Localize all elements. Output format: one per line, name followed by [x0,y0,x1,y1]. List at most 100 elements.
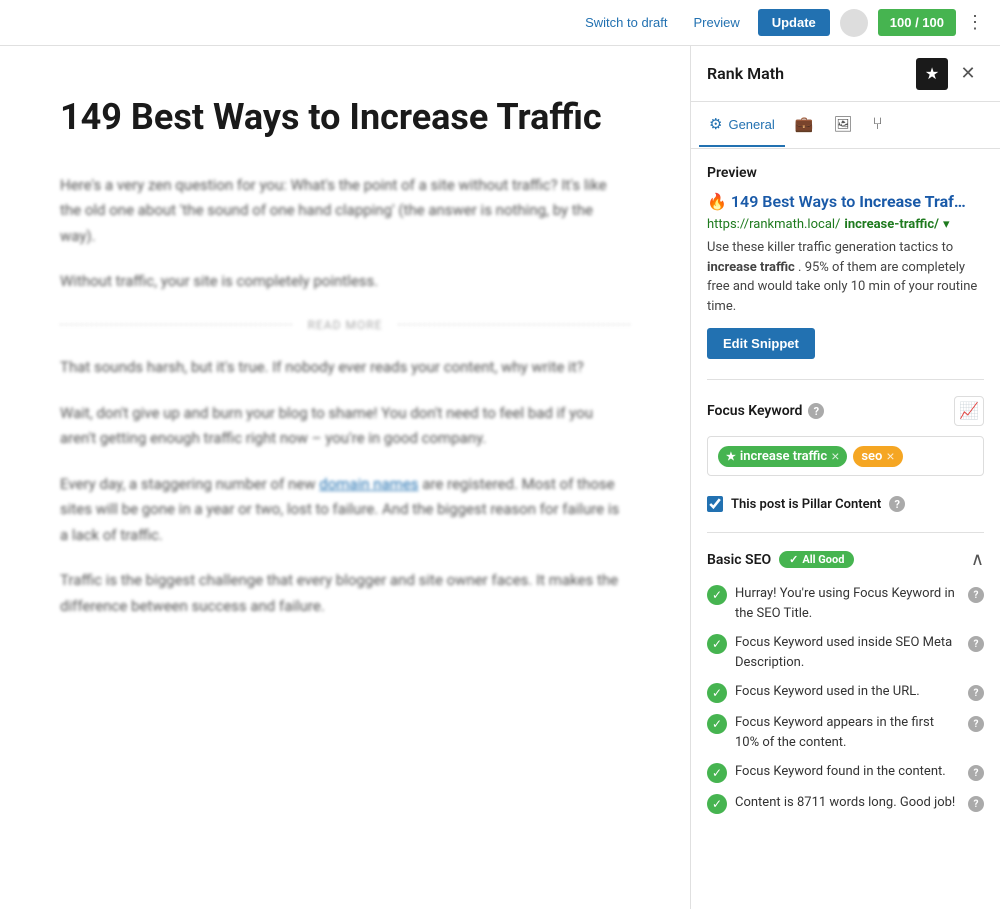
focus-keyword-help-icon[interactable]: ? [808,403,824,419]
preview-title-text: 149 Best Ways to [731,192,855,211]
check-icon-3: ✓ [707,683,727,703]
more-options-button[interactable]: ⋮ [966,12,984,33]
all-good-text: All Good [802,553,844,566]
check-icon-2: ✓ [707,634,727,654]
preview-button[interactable]: Preview [685,11,747,34]
top-toolbar: Switch to draft Preview Update 100 / 100… [0,0,1000,46]
basic-seo-label: Basic SEO [707,552,771,568]
trend-chart-icon: 📈 [959,401,979,421]
check-help-6[interactable]: ? [968,796,984,812]
check-icon-4: ✓ [707,714,727,734]
seo-check-1: ✓ Hurray! You're using Focus Keyword in … [707,584,984,623]
edit-snippet-button[interactable]: Edit Snippet [707,328,815,359]
preview-desc-text: Use these killer traffic generation tact… [707,240,953,255]
all-good-check: ✓ [789,553,798,566]
sidebar-header: Rank Math ★ ✕ [691,46,1000,102]
tab-general-label: General [728,117,774,132]
pillar-content-label: This post is Pillar Content [731,497,881,512]
check-text-1: Hurray! You're using Focus Keyword in th… [735,584,960,623]
keyword-tag-secondary-remove[interactable]: × [886,449,894,463]
paragraph-2: Without traffic, your site is completely… [60,269,630,295]
preview-title-emoji: 🔥 [707,192,731,211]
domain-names-link[interactable]: domain names [319,475,418,493]
paragraph-1: Here's a very zen question for you: What… [60,173,630,250]
preview-desc-bold: increase traffic [707,260,795,275]
check-help-5[interactable]: ? [968,765,984,781]
post-body: Here's a very zen question for you: What… [60,173,630,619]
check-text-6: Content is 8711 words long. Good job! [735,793,960,813]
divider-2 [707,532,984,533]
preview-title-bold: Increase Traf… [859,192,965,211]
seo-score-button[interactable]: 100 / 100 [878,9,956,36]
divider-1 [707,379,984,380]
preview-description: Use these killer traffic generation tact… [707,238,984,316]
focus-keyword-header: Focus Keyword ? 📈 [707,396,984,426]
seo-check-3: ✓ Focus Keyword used in the URL. ? [707,682,984,703]
trend-icon-button[interactable]: 📈 [954,396,984,426]
check-help-2[interactable]: ? [968,636,984,652]
check-icon-5: ✓ [707,763,727,783]
check-help-1[interactable]: ? [968,587,984,603]
gear-icon: ⚙ [709,115,722,133]
check-icon-1: ✓ [707,585,727,605]
sidebar-title: Rank Math [707,64,784,83]
check-icon-6: ✓ [707,794,727,814]
star-button[interactable]: ★ [916,58,948,90]
check-text-3: Focus Keyword used in the URL. [735,682,960,702]
keyword-tags-input[interactable]: ★ increase traffic × seo × [707,436,984,476]
paragraph-4: Wait, don't give up and burn your blog t… [60,401,630,452]
pillar-content-checkbox[interactable] [707,496,723,512]
preview-url-slug: increase-traffic/ [844,217,939,232]
focus-keyword-label-row: Focus Keyword ? [707,403,824,419]
tab-schema[interactable]: ⑂ [862,102,892,148]
paragraph-5: Every day, a staggering number of new do… [60,472,630,549]
preview-section-label: Preview [707,165,984,181]
read-more-line-right [398,324,630,325]
basic-seo-header: Basic SEO ✓ All Good ∧ [707,549,984,570]
preview-section: Preview 🔥 149 Best Ways to Increase Traf… [707,165,984,359]
focus-keyword-section: Focus Keyword ? 📈 ★ increase traffic × s… [707,396,984,476]
basic-seo-title-row: Basic SEO ✓ All Good [707,551,854,568]
editor-pane: 149 Best Ways to Increase Traffic Here's… [0,46,690,909]
rankmath-sidebar: Rank Math ★ ✕ ⚙ General 💼 🖼 ⑂ [690,46,1000,909]
read-more-line-left [60,324,292,325]
keyword-tag-primary-remove[interactable]: × [831,449,839,463]
user-avatar[interactable] [840,9,868,37]
focus-keyword-label-text: Focus Keyword [707,403,802,419]
preview-url: https://rankmath.local/increase-traffic/… [707,217,984,232]
seo-check-5: ✓ Focus Keyword found in the content. ? [707,762,984,783]
tab-snippet[interactable]: 💼 [785,103,824,147]
read-more-divider: READ MORE [60,315,630,335]
check-text-2: Focus Keyword used inside SEO Meta Descr… [735,633,960,672]
check-text-4: Focus Keyword appears in the first 10% o… [735,713,960,752]
url-dropdown-icon[interactable]: ▾ [943,217,950,232]
keyword-tag-primary-text: increase traffic [740,449,827,464]
sidebar-header-actions: ★ ✕ [916,58,984,90]
check-help-3[interactable]: ? [968,685,984,701]
preview-url-base: https://rankmath.local/ [707,217,840,232]
check-text-5: Focus Keyword found in the content. [735,762,960,782]
paragraph-3: That sounds harsh, but it's true. If nob… [60,355,630,381]
update-button[interactable]: Update [758,9,830,36]
basic-seo-section: Basic SEO ✓ All Good ∧ ✓ Hurray! You're … [707,549,984,814]
seo-check-2: ✓ Focus Keyword used inside SEO Meta Des… [707,633,984,672]
paragraph-6: Traffic is the biggest challenge that ev… [60,568,630,619]
keyword-tag-secondary: seo × [853,446,902,467]
close-sidebar-button[interactable]: ✕ [952,58,984,90]
pillar-content-row: This post is Pillar Content ? [707,496,984,512]
tab-general[interactable]: ⚙ General [699,103,785,147]
keyword-tag-secondary-text: seo [861,449,882,464]
check-help-4[interactable]: ? [968,716,984,732]
seo-check-6: ✓ Content is 8711 words long. Good job! … [707,793,984,814]
pillar-content-help-icon[interactable]: ? [889,496,905,512]
collapse-basic-seo-button[interactable]: ∧ [971,549,984,570]
keyword-tag-primary: ★ increase traffic × [718,446,847,467]
preview-title: 🔥 149 Best Ways to Increase Traf… [707,191,984,213]
sidebar-content: Preview 🔥 149 Best Ways to Increase Traf… [691,149,1000,909]
seo-check-list: ✓ Hurray! You're using Focus Keyword in … [707,584,984,814]
schema-icon: ⑂ [872,114,882,134]
sidebar-tabs: ⚙ General 💼 🖼 ⑂ [691,102,1000,149]
post-title[interactable]: 149 Best Ways to Increase Traffic [60,94,630,141]
tab-social[interactable]: 🖼 [823,103,862,147]
switch-draft-button[interactable]: Switch to draft [577,11,675,34]
